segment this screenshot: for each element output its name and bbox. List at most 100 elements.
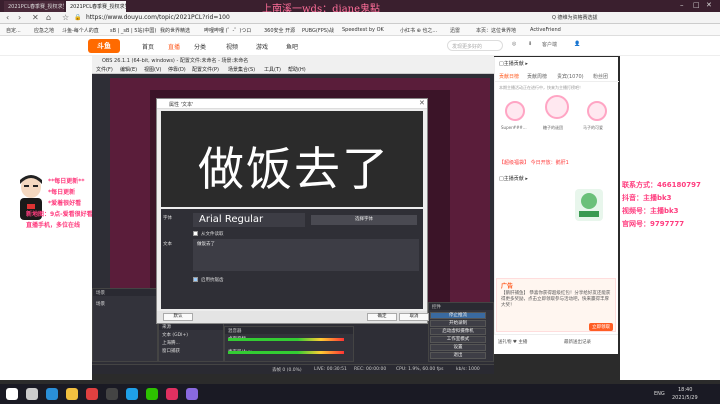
download-icon[interactable]: ⬇ [528, 41, 532, 47]
bookmark-item[interactable]: Speedtest by OK [342, 27, 384, 33]
maximize-icon[interactable]: □ [693, 1, 700, 9]
clock-date[interactable]: 2021/5/29 [672, 395, 698, 401]
nav-item[interactable]: 首页 [142, 42, 154, 51]
browser-tab-active[interactable]: 2021PCL春季赛_授权求生直播间 [66, 1, 126, 12]
gift-send-label[interactable]: 送礼物 ♥ 主播 [498, 339, 527, 345]
chat-message: 【超级福袋】 今日开放：鹅肝1 [499, 160, 569, 166]
panel-top-link[interactable]: □主播贡献 ▸ [499, 60, 528, 67]
clock-time[interactable]: 18:40 [678, 387, 692, 393]
close-icon[interactable]: ✕ [32, 13, 39, 22]
defaults-button[interactable]: 默认 [163, 313, 193, 321]
ad-claim-button[interactable]: 立即领取 [589, 323, 613, 331]
source-item[interactable]: 上海腾... [162, 340, 180, 346]
site-search-input[interactable]: 发现更多好的 [447, 40, 503, 51]
bookmark-item[interactable]: 应急之地 [34, 27, 54, 34]
exit-button[interactable]: 退出 [430, 352, 486, 359]
url-input[interactable]: https://www.douyu.com/topic/2021PCL?rid=… [86, 14, 230, 21]
ok-button[interactable]: 确定 [367, 313, 397, 321]
input-language[interactable]: ENG [654, 391, 665, 397]
tab-vip[interactable]: 贵宾(1070) [557, 73, 584, 80]
scene-item[interactable]: 场景 [96, 301, 105, 307]
browser-tabbar: 2021PCL春季赛_授权求生... 2021PCL春季赛_授权求生直播间 上南… [0, 0, 720, 15]
tab-daily-rank[interactable]: 贡献日榜 [499, 73, 519, 80]
menu-view[interactable]: 视图(V) [144, 66, 161, 73]
qq-icon[interactable] [126, 388, 138, 400]
tab-weekly-rank[interactable]: 贡献周榜 [527, 73, 547, 80]
edge-icon[interactable] [46, 388, 58, 400]
home-icon[interactable]: ⌂ [46, 13, 51, 22]
search-icon[interactable] [26, 388, 38, 400]
site-logo[interactable]: 斗鱼 [88, 39, 120, 53]
antialias-checkbox[interactable] [193, 277, 198, 282]
start-recording-button[interactable]: 开始录制 [430, 320, 486, 327]
user-icon[interactable]: 👤 [574, 41, 580, 47]
windows-icon[interactable] [6, 388, 18, 400]
avatar[interactable] [505, 101, 525, 121]
menu-scene-collection[interactable]: 场景集合(S) [228, 66, 255, 73]
nav-item[interactable]: 鱼吧 [286, 42, 298, 51]
folder-icon[interactable] [66, 388, 78, 400]
close-icon[interactable]: ✕ [419, 99, 425, 107]
menu-help[interactable]: 帮助(H) [288, 66, 306, 73]
tab-fans[interactable]: 粉丝团 [593, 73, 608, 80]
back-icon[interactable]: ‹ [6, 13, 9, 22]
select-font-button[interactable]: 选择字体 [311, 215, 417, 225]
bookmark-item[interactable]: 我的世界精选 [160, 27, 190, 34]
history-icon[interactable]: ◎ [512, 41, 516, 47]
menu-file[interactable]: 文件(F) [96, 66, 113, 73]
bookmark-item[interactable]: 斗鱼-每个人的直 [62, 27, 99, 34]
cancel-button[interactable]: 取消 [399, 313, 429, 321]
chrome-icon[interactable] [86, 388, 98, 400]
gift-history-link[interactable]: 最新送出记录 [564, 339, 591, 345]
bookmark-item[interactable]: sB | _sB | 5站(中国) [110, 27, 156, 34]
text-properties-dialog: 属性 '文本' ✕ 做饭去了 字体 Arial Regular 选择字体 从文件… [156, 98, 429, 324]
minimize-icon[interactable]: – [680, 1, 684, 9]
status-cpu: CPU: 1.9%, 60.00 fps [396, 367, 444, 372]
wechat-icon[interactable] [146, 388, 158, 400]
menu-edit[interactable]: 编辑(E) [120, 66, 137, 73]
nav-item-active[interactable]: 直播 [168, 42, 180, 51]
bookmark-item[interactable]: 本页：这位世界地 [476, 27, 516, 34]
forward-icon[interactable]: › [18, 13, 21, 22]
client-link[interactable]: 客户端 [542, 41, 557, 48]
menu-dock[interactable]: 停靠(D) [168, 66, 186, 73]
dialog-title-bar: 属性 '文本' ✕ [157, 99, 427, 109]
bookmark-item[interactable]: 自定... [6, 27, 21, 34]
bookmark-item[interactable]: ActiveFriend [530, 27, 561, 33]
close-icon[interactable]: ✕ [706, 1, 712, 9]
from-file-checkbox[interactable] [193, 231, 198, 236]
obs-status-bar: 丢帧 0 (0.0%) LIVE: 00:30:51 REC: 00:00:00… [92, 364, 494, 374]
text-input[interactable]: 做饭去了 [193, 239, 419, 271]
address-search-hint[interactable]: Q 德维为资格赛选拔 [552, 14, 598, 21]
avatar[interactable] [545, 95, 569, 119]
studio-mode-button[interactable]: 工作室模式 [430, 336, 486, 343]
rank-name: 马子的可爱 [583, 125, 603, 130]
game-icon[interactable] [186, 388, 198, 400]
nav-item[interactable]: 游戏 [256, 42, 268, 51]
music-icon[interactable] [166, 388, 178, 400]
panel-notice: 本期主播活动正在进行中，快来为主播打榜吧！ [499, 85, 583, 90]
avatar[interactable] [587, 101, 607, 121]
bookmark-item[interactable]: 360安全 开源 [264, 27, 295, 34]
browser-tab[interactable]: 2021PCL春季赛_授权求生... [4, 1, 64, 12]
stop-streaming-button[interactable]: 停止推流 [430, 312, 486, 319]
menu-profile[interactable]: 配置文件(P) [192, 66, 219, 73]
nav-item[interactable]: 视频 [226, 42, 238, 51]
virtual-camera-button[interactable]: 启动虚拟摄像机 [430, 328, 486, 335]
font-value: Arial Regular [193, 213, 305, 227]
bookmark-item[interactable]: 迅雷 [450, 27, 460, 34]
settings-button[interactable]: 设置 [430, 344, 486, 351]
obs-icon[interactable] [106, 388, 118, 400]
bookmark-item[interactable]: 哔哩哔哩 (゜-゜)つロ [204, 27, 251, 34]
overlay-contact: 抖音：主播bk3 [622, 194, 672, 202]
bookmark-item[interactable]: PUBG(FPS)战 [302, 27, 334, 34]
star-icon[interactable]: ☆ [62, 13, 69, 22]
menu-tools[interactable]: 工具(T) [264, 66, 281, 73]
nav-item[interactable]: 分类 [194, 42, 206, 51]
bookmark-item[interactable]: 小红书 ⊕ 也之... [400, 27, 437, 34]
source-item[interactable]: 文本 (GDI+) [162, 332, 188, 338]
ad-banner[interactable]: 广告 【鹅肝捕鱼】 恭喜你获得超级红包！分享给好友还能获得更多奖励，点击立即领取… [496, 278, 616, 332]
scenes-dock-title: 场景 [93, 289, 157, 296]
source-item[interactable]: 窗口捕获 [162, 348, 180, 354]
screen: 2021PCL春季赛_授权求生... 2021PCL春季赛_授权求生直播间 上南… [0, 0, 720, 404]
